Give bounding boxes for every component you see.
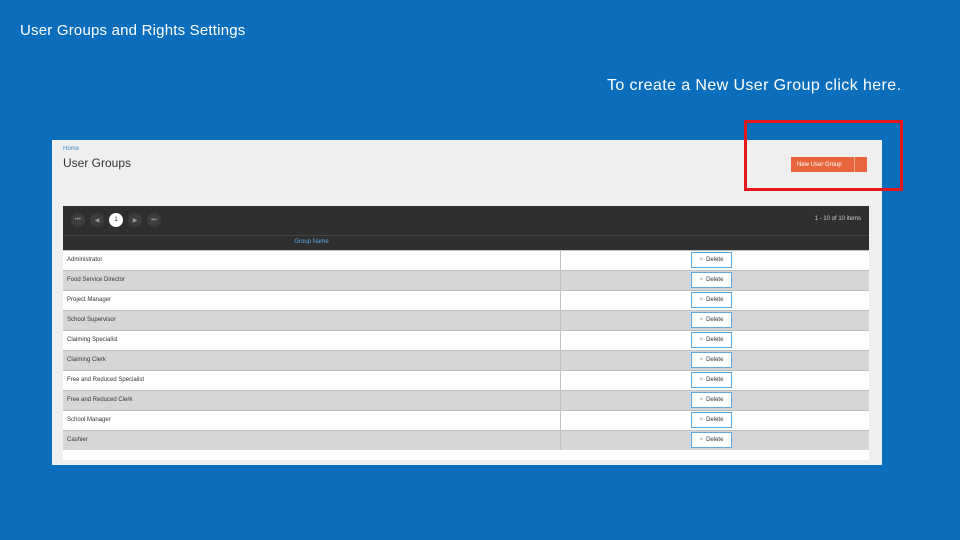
prev-page-icon[interactable]: ◀: [90, 213, 104, 227]
callout-text: To create a New User Group click here.: [607, 77, 902, 94]
highlight-box: [744, 120, 903, 191]
column-divider: [560, 371, 561, 390]
pager: ⏮ ◀ 1 ▶ ⏭ 1 - 10 of 10 items: [63, 206, 869, 235]
close-icon: ×: [699, 257, 704, 263]
pager-info: 1 - 10 of 10 items: [814, 216, 861, 222]
close-icon: ×: [699, 297, 704, 303]
column-divider: [560, 291, 561, 310]
close-icon: ×: [699, 277, 704, 283]
close-icon: ×: [699, 357, 704, 363]
column-divider: [560, 251, 561, 270]
delete-label: Delete: [706, 277, 724, 283]
delete-button[interactable]: × Delete: [691, 272, 732, 288]
delete-button[interactable]: × Delete: [691, 432, 732, 448]
delete-label: Delete: [706, 417, 724, 423]
column-divider: [560, 391, 561, 410]
delete-label: Delete: [706, 397, 724, 403]
first-page-icon[interactable]: ⏮: [71, 213, 85, 227]
delete-label: Delete: [706, 317, 724, 323]
delete-button[interactable]: × Delete: [691, 392, 732, 408]
close-icon: ×: [699, 317, 704, 323]
delete-button[interactable]: × Delete: [691, 252, 732, 268]
table-row[interactable]: Project Manager × Delete: [63, 290, 869, 310]
group-name-cell: Free and Reduced Clerk: [67, 397, 133, 403]
group-name-cell: Project Manager: [67, 297, 112, 303]
last-page-icon[interactable]: ⏭: [147, 213, 161, 227]
delete-button[interactable]: × Delete: [691, 292, 732, 308]
delete-button[interactable]: × Delete: [691, 372, 732, 388]
column-divider: [560, 331, 561, 350]
table-row[interactable]: Food Service Director × Delete: [63, 270, 869, 290]
grid-header: Group Name: [63, 235, 869, 250]
delete-button[interactable]: × Delete: [691, 312, 732, 328]
table-row[interactable]: Administrator × Delete: [63, 250, 869, 270]
close-icon: ×: [699, 377, 704, 383]
table-row[interactable]: Claiming Specialist × Delete: [63, 330, 869, 350]
group-name-cell: Free and Reduced Specialist: [67, 377, 145, 383]
slide-title: User Groups and Rights Settings: [20, 22, 246, 39]
table-row[interactable]: School Manager × Delete: [63, 410, 869, 430]
page-number-button[interactable]: 1: [109, 213, 123, 227]
column-divider: [560, 351, 561, 370]
grid-rows: Administrator × Delete Food Service Directo…: [63, 250, 869, 450]
delete-label: Delete: [706, 357, 724, 363]
column-divider: [560, 311, 561, 330]
close-icon: ×: [699, 437, 704, 443]
table-row[interactable]: School Supervisor × Delete: [63, 310, 869, 330]
table-row[interactable]: Free and Reduced Clerk × Delete: [63, 390, 869, 410]
group-name-cell: Food Service Director: [67, 277, 126, 283]
group-name-cell: School Supervisor: [67, 317, 116, 323]
delete-button[interactable]: × Delete: [691, 332, 732, 348]
table-row[interactable]: Claiming Clerk × Delete: [63, 350, 869, 370]
delete-label: Delete: [706, 297, 724, 303]
page-title: User Groups: [63, 156, 132, 170]
breadcrumb[interactable]: Home: [63, 146, 79, 152]
delete-label: Delete: [706, 257, 724, 263]
delete-button[interactable]: × Delete: [691, 352, 732, 368]
close-icon: ×: [699, 337, 704, 343]
delete-label: Delete: [706, 437, 724, 443]
column-divider: [560, 271, 561, 290]
user-groups-grid: ⏮ ◀ 1 ▶ ⏭ 1 - 10 of 10 items Group Name …: [63, 206, 869, 460]
delete-label: Delete: [706, 337, 724, 343]
delete-label: Delete: [706, 377, 724, 383]
group-name-cell: Claiming Clerk: [67, 357, 107, 363]
column-divider: [560, 431, 561, 450]
group-name-cell: Cashier: [67, 437, 88, 443]
column-header-group-name[interactable]: Group Name: [63, 239, 560, 245]
group-name-cell: Claiming Specialist: [67, 337, 118, 343]
column-divider: [560, 411, 561, 430]
delete-button[interactable]: × Delete: [691, 412, 732, 428]
table-row[interactable]: Cashier × Delete: [63, 430, 869, 450]
group-name-cell: School Manager: [67, 417, 111, 423]
close-icon: ×: [699, 417, 704, 423]
table-row[interactable]: Free and Reduced Specialist × Delete: [63, 370, 869, 390]
close-icon: ×: [699, 397, 704, 403]
next-page-icon[interactable]: ▶: [128, 213, 142, 227]
group-name-cell: Administrator: [67, 257, 103, 263]
